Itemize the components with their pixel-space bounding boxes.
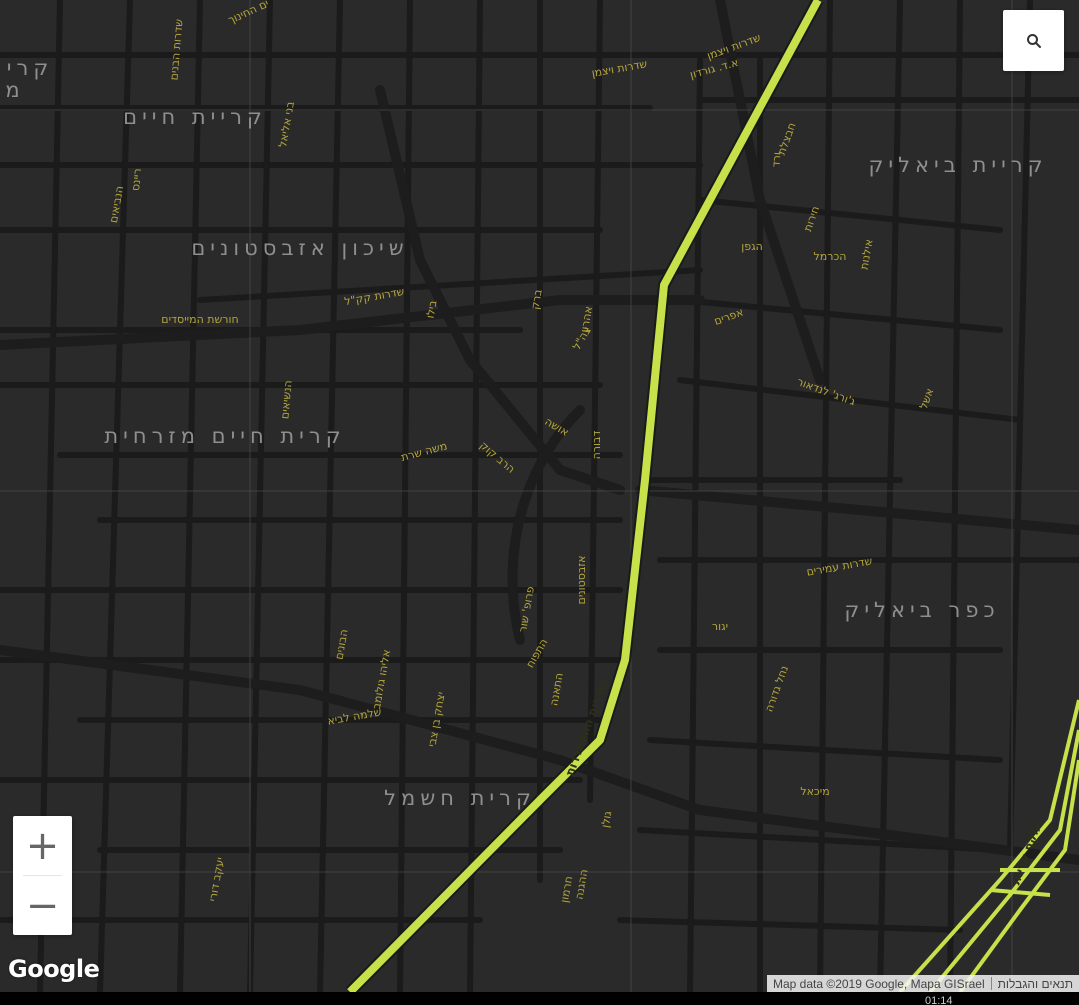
- street-label: דבורה: [590, 431, 603, 460]
- street-label: הגפן: [741, 240, 763, 253]
- area-label: שיכון אזבסטונים: [191, 236, 408, 260]
- terms-link[interactable]: תנאים והגבלות: [992, 977, 1079, 991]
- map-attribution: Map data ©2019 Google, Mapa GISrael תנאי…: [767, 975, 1079, 992]
- area-label: קריית ביאליק: [868, 153, 1047, 177]
- area-label: כפר ביאליק: [844, 598, 999, 622]
- search-icon: [1026, 33, 1041, 48]
- zoom-control: + −: [13, 816, 72, 935]
- area-label: קריית חיים: [123, 105, 267, 129]
- map-tiles: קריית חיים שיכון אזבסטונים קרית חיים מזרחי…: [0, 0, 1079, 992]
- area-label: קרית חיים מזרחית: [104, 424, 345, 448]
- area-label: קרי: [7, 56, 53, 80]
- street-label: הכרמל: [814, 250, 847, 263]
- street-label: אזבסטונים: [575, 556, 588, 605]
- zoom-out-button[interactable]: −: [13, 876, 72, 935]
- zoom-in-button[interactable]: +: [13, 816, 72, 875]
- street-label: מיכאל: [800, 785, 829, 798]
- status-time: 01:14: [925, 995, 953, 1005]
- map-data-credit: Map data ©2019 Google, Mapa GISrael: [773, 976, 985, 991]
- street-label: ריינס: [129, 168, 144, 192]
- area-label: מ: [5, 78, 24, 102]
- search-button[interactable]: [1003, 10, 1064, 71]
- park-label: חורשת המייסדים: [161, 313, 238, 326]
- area-label: קרית חשמל: [384, 786, 536, 810]
- map-canvas[interactable]: קריית חיים שיכון אזבסטונים קרית חיים מזרחי…: [0, 0, 1079, 992]
- street-label: יגור: [712, 620, 728, 633]
- google-logo[interactable]: Google: [8, 955, 100, 983]
- street-label: ורד: [769, 152, 783, 168]
- status-bar: 01:14: [0, 992, 1079, 1005]
